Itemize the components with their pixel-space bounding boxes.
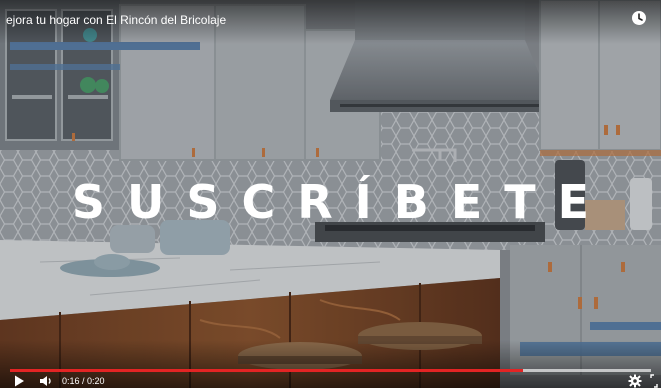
- video-title[interactable]: ejora tu hogar con El Rincón del Bricola…: [6, 13, 226, 27]
- time-separator: /: [79, 376, 88, 386]
- volume-icon[interactable]: [38, 374, 54, 388]
- video-player[interactable]: ejora tu hogar con El Rincón del Bricola…: [0, 0, 661, 388]
- time-display: 0:16 / 0:20: [62, 376, 105, 386]
- current-time: 0:16: [62, 376, 80, 386]
- clock-icon[interactable]: [631, 10, 647, 26]
- progress-bar[interactable]: [10, 369, 651, 372]
- player-controls: 0:16 / 0:20: [0, 374, 661, 388]
- progress-played: [10, 369, 523, 372]
- duration: 0:20: [87, 376, 105, 386]
- play-icon[interactable]: [12, 374, 26, 388]
- fullscreen-icon[interactable]: [650, 374, 658, 388]
- subscribe-overlay-text: SUSCRÍBETE: [71, 175, 612, 229]
- gear-icon[interactable]: [628, 374, 642, 388]
